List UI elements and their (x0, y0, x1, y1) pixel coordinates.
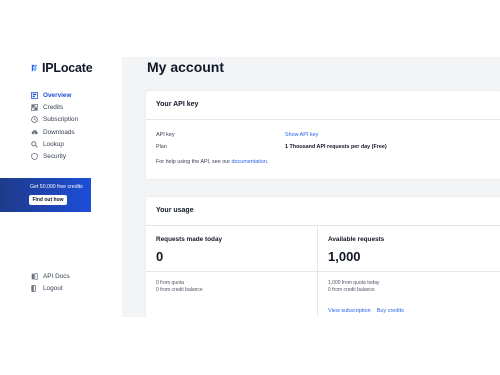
sidebar-item-label: Security (43, 153, 67, 161)
plan-value: 1 Thousand API requests per day (Free) (285, 144, 387, 150)
logo[interactable]: IPLocate (30, 61, 93, 75)
available-requests-panel: Available requests 1,000 1,000 from quot… (318, 226, 500, 317)
sidebar-item-label: Overview (43, 91, 72, 99)
sidebar-item-security[interactable]: Security (31, 150, 78, 162)
sidebar-item-downloads[interactable]: Downloads (31, 126, 78, 138)
sidebar-item-credits[interactable]: Credits (31, 101, 78, 113)
sidebar-item-api-docs[interactable]: API Docs (31, 270, 70, 282)
app-window: IPLocate Overview Credits Subscription D… (0, 57, 500, 317)
requests-today-heading: Requests made today (156, 236, 223, 243)
sidebar-item-lookup[interactable]: Lookup (31, 138, 78, 150)
sidebar-item-label: Subscription (43, 116, 79, 124)
plan-label: Plan (156, 144, 167, 150)
api-key-label: API key (156, 132, 175, 138)
promo-button[interactable]: Find out how (29, 195, 67, 205)
promo-title: Get 50,000 free credits (30, 184, 83, 190)
logout-icon (31, 285, 36, 292)
sidebar-item-label: Credits (43, 103, 64, 111)
buy-credits-link[interactable]: Buy credits (377, 308, 404, 314)
usage-card: Your usage Requests made today 0 0 from … (146, 197, 500, 317)
available-requests-heading: Available requests (328, 236, 385, 243)
card-title: Your usage (156, 207, 194, 214)
sidebar-item-logout[interactable]: Logout (31, 282, 70, 294)
credit-available: 0 from credit balance (328, 287, 375, 293)
sidebar-item-label: Lookup (43, 140, 64, 148)
available-requests-value: 1,000 (328, 249, 361, 264)
sidebar: IPLocate Overview Credits Subscription D… (0, 57, 122, 317)
credit-usage: 0 from credit balance (156, 287, 203, 293)
page-title: My account (147, 59, 225, 75)
subscription-icon (31, 116, 38, 124)
view-subscription-link[interactable]: View subscription (328, 308, 371, 314)
promo-banner: Get 50,000 free credits Find out how (0, 178, 91, 212)
shield-icon (31, 153, 38, 161)
sidebar-item-subscription[interactable]: Subscription (31, 114, 78, 126)
search-icon (31, 141, 38, 148)
main-content: My account Your API key API key Show API… (122, 57, 500, 317)
quota-usage: 0 from quota (156, 280, 185, 286)
api-key-card: Your API key API key Show API key Plan 1… (146, 91, 500, 179)
help-text: For help using the API, see our document… (156, 159, 268, 165)
help-text-prefix: For help using the API, see our (156, 159, 231, 165)
requests-today-value: 0 (156, 249, 164, 264)
brand-name: IPLocate (42, 61, 93, 75)
requests-today-panel: Requests made today 0 0 from quota 0 fro… (146, 226, 318, 317)
docs-icon (31, 272, 38, 280)
overview-icon (31, 91, 38, 99)
usage-links: View subscription Buy credits (328, 308, 404, 314)
sidebar-nav: Overview Credits Subscription Downloads … (31, 89, 78, 163)
divider (318, 271, 500, 272)
help-text-end: . (266, 159, 269, 165)
sidebar-item-overview[interactable]: Overview (31, 89, 78, 101)
logo-icon (31, 64, 38, 72)
quota-available: 1,000 from quota today (328, 280, 380, 286)
sidebar-item-label: Logout (43, 284, 63, 292)
show-api-key-link[interactable]: Show API key (285, 132, 318, 138)
sidebar-bottom-nav: API Docs Logout (31, 270, 70, 295)
card-title: Your API key (156, 101, 199, 108)
sidebar-item-label: Downloads (43, 128, 75, 136)
divider (146, 119, 500, 120)
documentation-link[interactable]: documentation (232, 159, 267, 165)
sidebar-item-label: API Docs (43, 272, 70, 280)
download-cloud-icon (31, 129, 38, 135)
credits-icon (31, 103, 38, 111)
divider (146, 271, 317, 272)
